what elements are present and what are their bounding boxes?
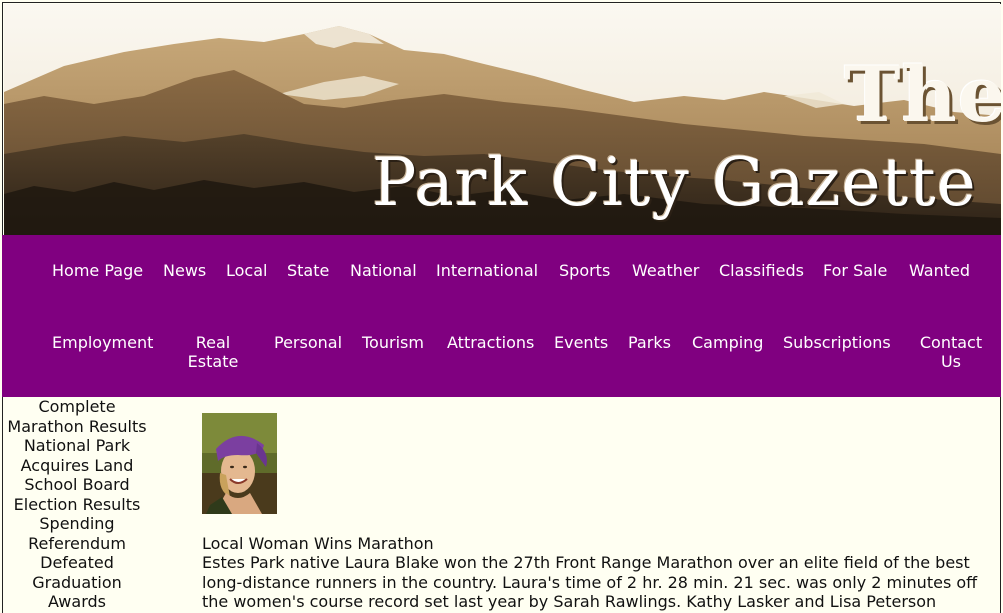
nav-wanted[interactable]: Wanted (909, 261, 970, 280)
nav-parks[interactable]: Parks (628, 333, 671, 352)
nav-events[interactable]: Events (554, 333, 608, 352)
nav-camping[interactable]: Camping (692, 333, 763, 352)
nav-sports[interactable]: Sports (559, 261, 610, 280)
nav-home-page[interactable]: Home Page (52, 261, 143, 280)
article-body-text: Estes Park native Laura Blake won the 27… (202, 553, 978, 611)
nav-employment[interactable]: Employment (52, 333, 153, 352)
nav-international[interactable]: International (436, 261, 538, 280)
nav-tourism[interactable]: Tourism (362, 333, 424, 352)
nav-personal[interactable]: Personal (274, 333, 342, 352)
runner-portrait-icon (202, 413, 277, 514)
nav-local[interactable]: Local (226, 261, 267, 280)
main-navigation: Home Page News Local State National Inte… (2, 235, 1001, 397)
sidebar-link-graduation-awards[interactable]: Graduation Awards (2, 573, 152, 612)
nav-contact-us[interactable]: Contact Us (916, 333, 986, 371)
nav-national[interactable]: National (350, 261, 417, 280)
masthead-title: Park City Gazette (372, 144, 977, 221)
nav-for-sale[interactable]: For Sale (823, 261, 887, 280)
nav-weather[interactable]: Weather (632, 261, 699, 280)
nav-state[interactable]: State (287, 261, 329, 280)
nav-classifieds[interactable]: Classifieds (719, 261, 804, 280)
article-headline: Local Woman Wins Marathon (202, 534, 434, 553)
sidebar-link-spending-referendum[interactable]: Spending Referendum Defeated (2, 514, 152, 573)
sidebar-link-school-board[interactable]: School Board Election Results (2, 475, 152, 514)
nav-attractions[interactable]: Attractions (447, 333, 534, 352)
sidebar-link-national-park[interactable]: National Park Acquires Land (2, 436, 152, 475)
sidebar-link-marathon-results[interactable]: Complete Marathon Results (2, 397, 152, 436)
sidebar-headlines: Complete Marathon Results National Park … (2, 397, 152, 612)
nav-real-estate[interactable]: Real Estate (184, 333, 242, 371)
masthead-the: The (844, 50, 1001, 139)
nav-subscriptions[interactable]: Subscriptions (783, 333, 891, 352)
nav-news[interactable]: News (163, 261, 206, 280)
masthead-banner: The Park City Gazette (4, 4, 1001, 235)
